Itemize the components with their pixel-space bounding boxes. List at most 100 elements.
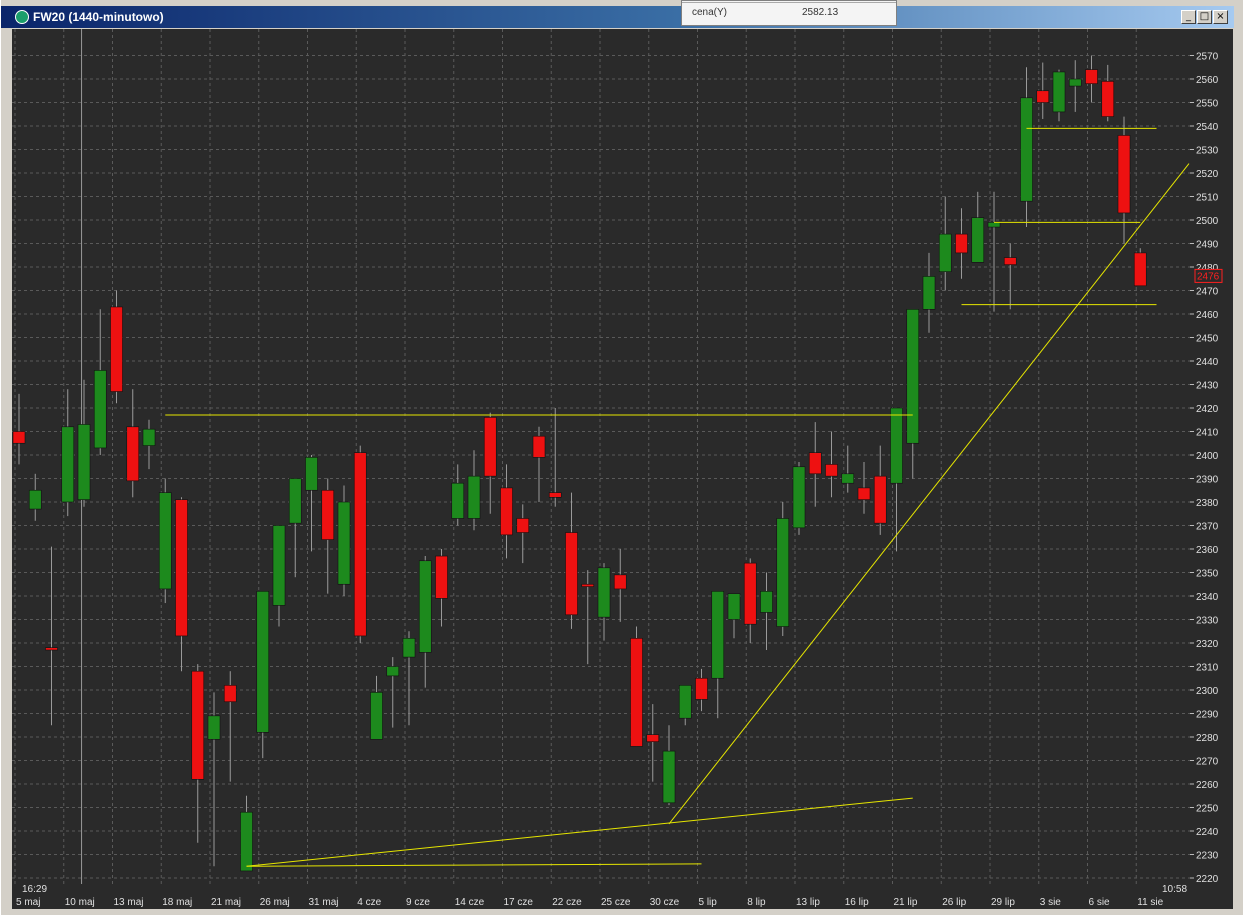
candle-bear: [45, 647, 58, 651]
y-tick-label: 2490: [1196, 240, 1219, 251]
candle-bull: [792, 466, 806, 529]
x-tick-label: 5 maj: [16, 897, 40, 908]
candle-bull: [1020, 97, 1033, 202]
candle-bull: [727, 593, 741, 620]
x-tick-label: 21 lip: [894, 897, 918, 908]
x-tick-label: 13 maj: [114, 897, 144, 908]
candle-bull: [971, 217, 985, 263]
window-title: FW20 (1440-minutowo): [33, 10, 164, 24]
candle-bull: [467, 475, 481, 519]
info-label: cena(Y): [692, 7, 728, 18]
candle-bull: [61, 426, 75, 503]
candle-bull: [987, 222, 1001, 228]
trendline: [246, 797, 913, 867]
x-tick-label: 10 maj: [65, 897, 95, 908]
y-tick-label: 2280: [1196, 733, 1219, 744]
candle-bull: [1052, 71, 1066, 113]
candle-bear: [175, 499, 188, 637]
y-tick-label: 2360: [1196, 545, 1219, 556]
candle-bear: [955, 233, 968, 254]
y-tick-label: 2390: [1196, 475, 1219, 486]
candle-bear: [321, 489, 335, 540]
maximize-button[interactable]: □: [1197, 10, 1212, 24]
y-tick-label: 2260: [1196, 780, 1219, 791]
candle-bull: [938, 233, 952, 273]
y-tick-label: 2510: [1196, 193, 1219, 204]
right-border: [1233, 29, 1243, 909]
candle-bull: [662, 750, 676, 804]
time-start-label: 16:29: [22, 884, 47, 895]
candle-bull: [678, 684, 692, 719]
x-tick-label: 6 sie: [1089, 897, 1111, 908]
y-tick-label: 2410: [1196, 428, 1219, 439]
x-tick-label: 16 lip: [845, 897, 869, 908]
y-tick-label: 2270: [1196, 757, 1219, 768]
candlestick-chart[interactable]: 2220 2230 2240 2250 2260 2270 2280 2290 2300 2310…: [12, 29, 1233, 909]
candle-bear: [630, 637, 643, 747]
y-tick-label: 2460: [1196, 310, 1219, 321]
candle-bear: [12, 431, 26, 444]
y-tick-label: 2250: [1196, 804, 1219, 815]
candle-bear: [581, 583, 595, 587]
x-tick-label: 22 cze: [552, 897, 582, 908]
y-tick-label: 2340: [1196, 592, 1219, 603]
y-tick-label: 2550: [1196, 99, 1219, 110]
x-tick-label: 21 maj: [211, 897, 241, 908]
chart-window: FW20 (1440-minutowo) _ □ × cena(Y) 2582.…: [0, 0, 1243, 915]
candle-bull: [402, 637, 416, 658]
y-tick-label: 2530: [1196, 146, 1219, 157]
candle-bear: [353, 452, 367, 637]
time-end-label: 10:58: [1162, 884, 1187, 895]
candle-bear: [565, 532, 578, 616]
y-tick-label: 2220: [1196, 874, 1219, 885]
candle-bear: [516, 518, 530, 533]
x-tick-label: 4 cze: [357, 897, 381, 908]
chart-area[interactable]: 2220 2230 2240 2250 2260 2270 2280 2290 2300 2310…: [12, 29, 1233, 909]
y-tick-label: 2350: [1196, 569, 1219, 580]
close-button[interactable]: ×: [1213, 10, 1228, 24]
y-tick-label: 2230: [1196, 851, 1219, 862]
title-bar[interactable]: FW20 (1440-minutowo) _ □ ×: [1, 6, 1234, 28]
candle-bear: [613, 574, 627, 590]
candle-bear: [435, 555, 448, 599]
y-tick-label: 2240: [1196, 827, 1219, 838]
candle-bear: [1117, 135, 1131, 214]
candle-bear: [548, 492, 562, 498]
candle-bull: [890, 407, 903, 484]
price-info-panel: cena(Y) 2582.13: [681, 0, 897, 26]
candle-bear: [825, 464, 838, 477]
y-tick-label: 2330: [1196, 616, 1219, 627]
candle-bull: [93, 370, 107, 449]
candle-bear: [1003, 257, 1017, 265]
y-tick-label: 2380: [1196, 498, 1219, 509]
y-tick-label: 2560: [1196, 75, 1219, 86]
candle-bull: [418, 560, 432, 653]
y-tick-label: 2570: [1196, 52, 1219, 63]
x-tick-label: 26 maj: [260, 897, 290, 908]
candle-bear: [1085, 69, 1098, 84]
candle-bull: [272, 525, 286, 606]
x-tick-label: 9 cze: [406, 897, 430, 908]
candle-bear: [483, 417, 497, 477]
candle-bull: [1068, 78, 1082, 87]
x-tick-label: 11 sie: [1137, 897, 1163, 908]
x-tick-label: 30 cze: [650, 897, 680, 908]
candle-bear: [532, 435, 546, 458]
trendline: [246, 863, 702, 867]
candle-bull: [77, 424, 91, 500]
y-tick-label: 2320: [1196, 639, 1219, 650]
y-tick-label: 2470: [1196, 287, 1219, 298]
bottom-border: [1, 909, 1243, 915]
x-tick-label: 5 lip: [699, 897, 718, 908]
y-tick-label: 2400: [1196, 451, 1219, 462]
y-tick-label: 2310: [1196, 663, 1219, 674]
y-tick-label: 2450: [1196, 334, 1219, 345]
candle-bull: [337, 501, 351, 585]
candle-bull: [305, 457, 318, 491]
candle-bear: [1101, 81, 1115, 117]
candle-bear: [223, 684, 237, 703]
y-tick-label: 2290: [1196, 710, 1219, 721]
minimize-button[interactable]: _: [1181, 10, 1196, 24]
info-divider: [682, 2, 896, 3]
y-tick-label: 2430: [1196, 381, 1219, 392]
